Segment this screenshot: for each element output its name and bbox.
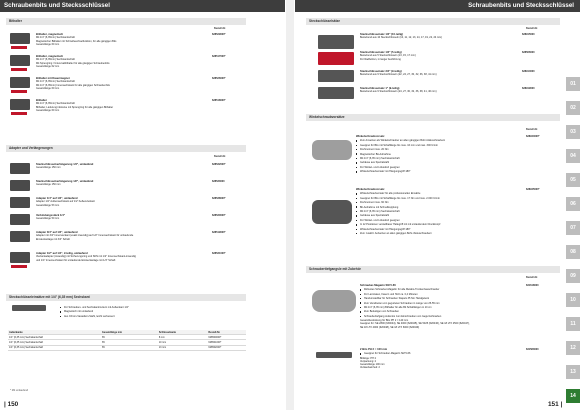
chapter-tab[interactable]: 12 bbox=[566, 341, 580, 355]
product-block: Winkelschraubvorsatz Winkelschraubvorsat… bbox=[356, 188, 516, 237]
section-title-adapter: Adapter und Verlängerungen bbox=[6, 145, 246, 152]
chapter-tab[interactable]: 01 bbox=[566, 77, 580, 91]
chapter-tab-active[interactable]: 14 bbox=[566, 389, 580, 403]
product-row: Adapter 1/2" auf 1/4", 2-teilig, umlaufe… bbox=[10, 252, 248, 282]
product-row: Adapter 1/4" auf 1/2", umlaufend Adapter … bbox=[10, 197, 248, 214]
page-number-right: 151 | bbox=[548, 401, 563, 408]
page-spine bbox=[286, 0, 294, 410]
product-image bbox=[10, 77, 30, 93]
col-head-order-number: Bestell-Nr. bbox=[526, 276, 538, 279]
product-row: Steckschlüsselsatz 1" (9-teilig) Bestehen… bbox=[360, 87, 535, 94]
product-row: Adapter 3/4" auf 1/2", umlaufend Adapter … bbox=[10, 231, 248, 250]
product-image bbox=[312, 140, 352, 160]
spec-table: Außenkante Gesamtlänge mm Schlüsselweite… bbox=[8, 330, 246, 351]
product-image bbox=[10, 33, 30, 49]
table-row: 1/4" (6,35 mm) Sechskantschaft 65 13 mm 628… bbox=[8, 345, 246, 351]
page-number-left: | 150 bbox=[4, 401, 19, 408]
product-image bbox=[10, 252, 30, 268]
section-title-magazine: Schraubertiefgangsle mit Zubehör bbox=[306, 266, 560, 273]
chapter-tab[interactable]: 04 bbox=[566, 149, 580, 163]
product-image bbox=[10, 163, 30, 174]
product-row: Bithalter Mit 1/4" (6,35mm) Sechskantscha… bbox=[10, 99, 248, 121]
product-row: Steckschlüsselsatz 1/2" (5-teilig) Besteh… bbox=[360, 51, 535, 61]
product-row: Steckschlüsselsatz 1/2" (10-teilig) Beste… bbox=[360, 33, 535, 40]
section-title-angle-attachments: Winkelschraubvorsätze bbox=[306, 114, 560, 121]
chapter-tab[interactable]: 08 bbox=[566, 245, 580, 259]
product-image bbox=[312, 290, 356, 312]
order-number: 631618000 bbox=[526, 284, 539, 287]
chapter-tab[interactable]: 07 bbox=[566, 221, 580, 235]
chapter-tab[interactable]: 11 bbox=[566, 317, 580, 331]
product-image bbox=[10, 99, 30, 115]
chapter-tab[interactable]: 03 bbox=[566, 125, 580, 139]
product-image bbox=[10, 231, 30, 242]
product-image bbox=[316, 352, 352, 358]
chapter-tab[interactable]: 05 bbox=[566, 173, 580, 187]
product-block: 2 Bits PH 2 = 100 mm Geeignet für Schrau… bbox=[360, 348, 520, 369]
section-title-sockets: Steckschlüsseleinsätze mit 1/4" (6,35 mm… bbox=[6, 294, 246, 301]
chapter-tabs: 01 02 03 04 05 06 07 08 09 10 11 12 13 1… bbox=[566, 77, 580, 410]
product-row: Bithalter, magnetisch Mit 1/4" (6,35mm) S… bbox=[10, 55, 248, 77]
order-number: 628944000* bbox=[526, 135, 540, 138]
product-row: Verbindungsstück 1/4" Gesamtlänge 50 mm 6… bbox=[10, 214, 248, 231]
product-image bbox=[12, 305, 46, 311]
col-head-order-number: Bestell-Nr. bbox=[214, 27, 226, 30]
product-row: Bithalter mit Dauermagnet Mit 1/4" (6,35m… bbox=[10, 77, 248, 99]
product-row: Steckschlüsselverlängerung 1/2", umlaufe… bbox=[10, 180, 248, 197]
product-image bbox=[10, 180, 30, 191]
left-page-header: Schraubenbits und Stecksschlüssel bbox=[0, 0, 285, 12]
product-block: Winkelschraubvorsatz Zum Ansetzen als Wi… bbox=[356, 135, 516, 175]
chapter-tab[interactable]: 02 bbox=[566, 101, 580, 115]
order-number: 631583000 bbox=[526, 348, 539, 351]
product-row: Steckschlüsselsatz 3/4" (9-teilig) Besteh… bbox=[360, 70, 535, 77]
section-title-bithalter: Bithalter bbox=[6, 18, 246, 25]
chapter-tab[interactable]: 09 bbox=[566, 269, 580, 283]
product-row: Steckschlüsselverlängerung 1/4", umlaufe… bbox=[10, 163, 248, 180]
footnote: * Mit umlaufend bbox=[10, 389, 29, 392]
product-image bbox=[10, 197, 30, 208]
product-image bbox=[10, 214, 30, 225]
chapter-tab[interactable]: 06 bbox=[566, 197, 580, 211]
chapter-tab[interactable]: 13 bbox=[566, 365, 580, 379]
product-block: Schrauber-Magazin SM 5-66 Robustes Schra… bbox=[360, 284, 520, 329]
col-head-order-number: Bestell-Nr. bbox=[214, 155, 226, 158]
product-row: Bithalter, magnetisch Mit 1/4" (6,35mm) S… bbox=[10, 33, 248, 55]
product-image bbox=[10, 55, 30, 71]
col-head-order-number: Bestell-Nr. bbox=[526, 128, 538, 131]
section-title-socket-sets: Steckschlüsselsätze bbox=[306, 18, 560, 25]
order-number: 628945000* bbox=[526, 188, 540, 191]
feature-list: Für Schrauben- und Sechskantmuttern mit … bbox=[60, 306, 240, 319]
chapter-tab[interactable]: 10 bbox=[566, 293, 580, 307]
product-image bbox=[312, 200, 352, 224]
right-page-header: Schraubenbits und Stecksschlüssel bbox=[295, 0, 580, 12]
col-head-order-number: Bestell-Nr. bbox=[526, 27, 538, 30]
